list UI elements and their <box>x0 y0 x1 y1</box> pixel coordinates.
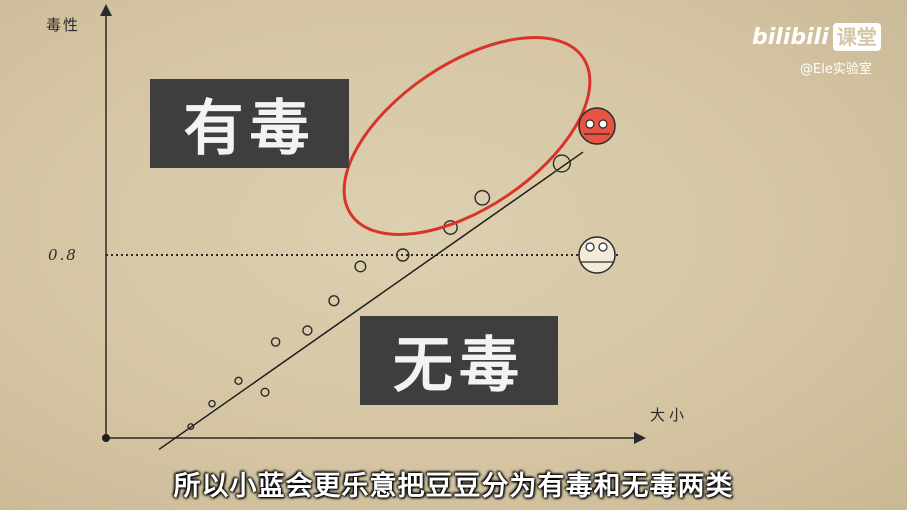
x-axis-arrow <box>634 432 646 444</box>
data-point-11 <box>474 189 491 206</box>
threshold-label: 0.8 <box>48 246 78 264</box>
x-axis-title: 大小 <box>650 406 689 424</box>
data-point-2 <box>208 399 216 408</box>
nontoxic-bean-icon <box>578 236 616 274</box>
y-axis-arrow <box>100 4 112 16</box>
toxic-bean-icon <box>578 107 616 145</box>
video-frame: 毒性 大小 0.8 有毒 无毒 bilibili 课堂 @Ele实验室 所以小蓝… <box>0 0 907 510</box>
scatter-plot <box>100 4 646 451</box>
data-point-5 <box>270 337 281 347</box>
y-axis-title: 毒性 <box>46 16 81 34</box>
data-point-6 <box>302 325 313 336</box>
channel-watermark: @Ele实验室 <box>800 62 872 77</box>
data-point-7 <box>328 295 340 307</box>
data-point-4 <box>260 387 270 397</box>
data-point-3 <box>234 376 243 386</box>
logo-badge: 课堂 <box>832 23 881 51</box>
nontoxic-label-box: 无毒 <box>360 316 558 405</box>
video-subtitle: 所以小蓝会更乐意把豆豆分为有毒和无毒两类 <box>173 471 734 502</box>
data-point-8 <box>354 260 367 273</box>
toxic-label-box: 有毒 <box>150 79 349 168</box>
origin-dot <box>102 434 110 442</box>
logo-brand-text: bilibili <box>752 24 829 50</box>
bilibili-ketang-logo: bilibili 课堂 <box>752 22 881 52</box>
